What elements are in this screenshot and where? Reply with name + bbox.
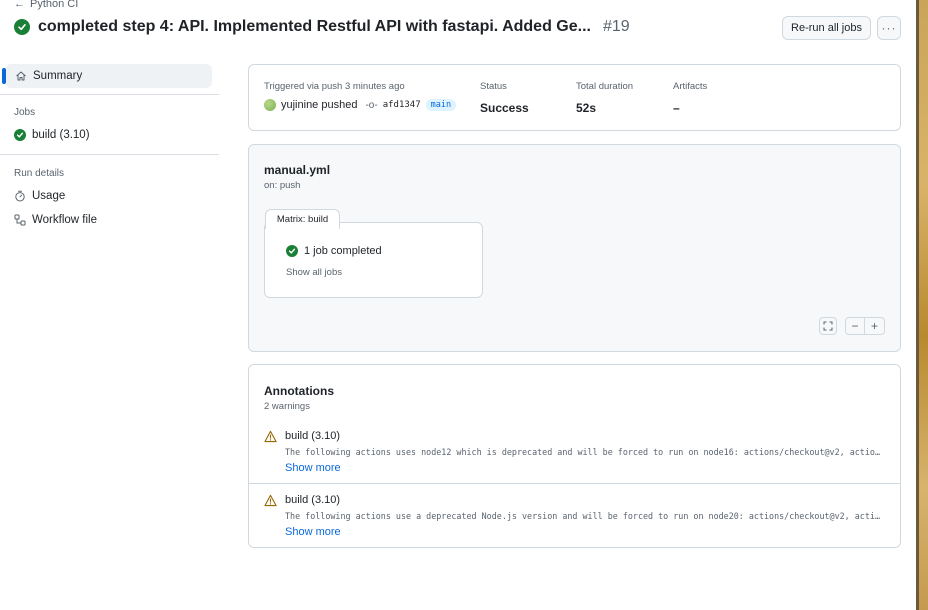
rerun-all-jobs-button[interactable]: Re-run all jobs bbox=[782, 16, 871, 40]
sidebar-item-label: Workflow file bbox=[32, 214, 97, 226]
annotation-job-link[interactable]: build (3.10) bbox=[285, 494, 340, 506]
check-circle-icon bbox=[286, 245, 298, 257]
workflow-graph-card: manual.yml on: push Matrix: build 1 job … bbox=[248, 144, 901, 352]
sidebar-item-usage[interactable]: Usage bbox=[14, 190, 65, 202]
annotation-divider bbox=[249, 483, 900, 484]
plus-icon: + bbox=[870, 319, 878, 333]
trigger-label: Triggered via push 3 minutes ago bbox=[264, 81, 405, 92]
matrix-label: Matrix: build bbox=[265, 209, 340, 229]
warning-icon bbox=[264, 494, 277, 507]
status-info: Status Success bbox=[480, 81, 529, 115]
run-title-row: completed step 4: API. Implemented Restf… bbox=[14, 18, 630, 36]
annotations-card: Annotations 2 warnings build (3.10) The … bbox=[248, 364, 901, 548]
matrix-job-box[interactable]: 1 job completed Show all jobs bbox=[264, 222, 483, 298]
workflow-icon bbox=[14, 214, 26, 226]
zoom-in-button[interactable]: + bbox=[864, 317, 885, 335]
check-circle-icon bbox=[14, 129, 26, 141]
page-title: completed step 4: API. Implemented Restf… bbox=[38, 18, 591, 35]
run-details-heading: Run details bbox=[14, 168, 65, 179]
annotation-message: The following actions use a deprecated N… bbox=[285, 511, 885, 521]
annotations-count: 2 warnings bbox=[264, 401, 310, 412]
status-label: Status bbox=[480, 81, 507, 92]
artifacts-value: – bbox=[673, 101, 680, 115]
run-summary-card: Triggered via push 3 minutes ago yujinin… bbox=[248, 64, 901, 131]
annotations-title: Annotations bbox=[264, 384, 334, 398]
show-all-jobs-link[interactable]: Show all jobs bbox=[286, 267, 342, 278]
matrix-status: 1 job completed bbox=[286, 245, 382, 257]
home-icon bbox=[16, 71, 26, 81]
workflow-file-name: manual.yml bbox=[264, 163, 331, 177]
sidebar-item-label: Usage bbox=[32, 190, 66, 202]
show-more-link[interactable]: Show more bbox=[285, 462, 341, 474]
sidebar-item-workflow-file[interactable]: Workflow file bbox=[14, 214, 97, 226]
artifacts-info: Artifacts – bbox=[673, 81, 707, 115]
minus-icon: − bbox=[851, 319, 859, 333]
fullscreen-icon bbox=[823, 321, 833, 331]
git-commit-icon: -o- bbox=[365, 99, 378, 111]
arrow-left-icon: ← bbox=[14, 0, 25, 10]
back-link[interactable]: ← Python CI bbox=[14, 0, 78, 10]
sidebar-item-summary[interactable]: Summary bbox=[2, 64, 212, 88]
sidebar-item-build-job[interactable]: build (3.10) bbox=[14, 129, 90, 141]
desktop-wallpaper-edge bbox=[916, 0, 928, 610]
branch-badge[interactable]: main bbox=[425, 99, 457, 111]
sidebar-item-label: Summary bbox=[33, 70, 83, 82]
selected-marker bbox=[2, 68, 6, 84]
matrix-status-label: 1 job completed bbox=[304, 245, 382, 257]
sidebar-divider bbox=[0, 94, 219, 95]
sidebar-item-label: build (3.10) bbox=[32, 129, 90, 141]
jobs-heading: Jobs bbox=[14, 107, 36, 118]
trigger-info: Triggered via push 3 minutes ago yujinin… bbox=[264, 81, 457, 111]
stopwatch-icon bbox=[15, 190, 25, 202]
sidebar-divider bbox=[0, 154, 219, 155]
show-more-link[interactable]: Show more bbox=[285, 526, 341, 538]
zoom-out-button[interactable]: − bbox=[845, 317, 865, 335]
warning-icon bbox=[264, 430, 277, 443]
fullscreen-button[interactable] bbox=[819, 317, 837, 335]
artifacts-label: Artifacts bbox=[673, 81, 708, 92]
back-link-label: Python CI bbox=[30, 0, 79, 10]
more-options-button[interactable]: ··· bbox=[877, 16, 901, 40]
annotation-item: build (3.10) The following actions use a… bbox=[249, 494, 900, 554]
workflow-trigger: on: push bbox=[264, 180, 301, 191]
actor-link[interactable]: yujinine pushed bbox=[281, 99, 357, 111]
check-circle-icon bbox=[14, 19, 30, 35]
status-value: Success bbox=[480, 101, 529, 115]
commit-sha-link[interactable]: afd1347 bbox=[383, 100, 421, 110]
avatar[interactable] bbox=[264, 99, 276, 111]
annotation-message: The following actions uses node12 which … bbox=[285, 447, 885, 457]
annotation-job-link[interactable]: build (3.10) bbox=[285, 430, 340, 442]
annotation-item: build (3.10) The following actions uses … bbox=[249, 430, 900, 490]
duration-info: Total duration 52s bbox=[576, 81, 633, 115]
run-number: #19 bbox=[602, 18, 630, 35]
duration-label: Total duration bbox=[576, 81, 634, 92]
duration-value: 52s bbox=[576, 101, 597, 115]
